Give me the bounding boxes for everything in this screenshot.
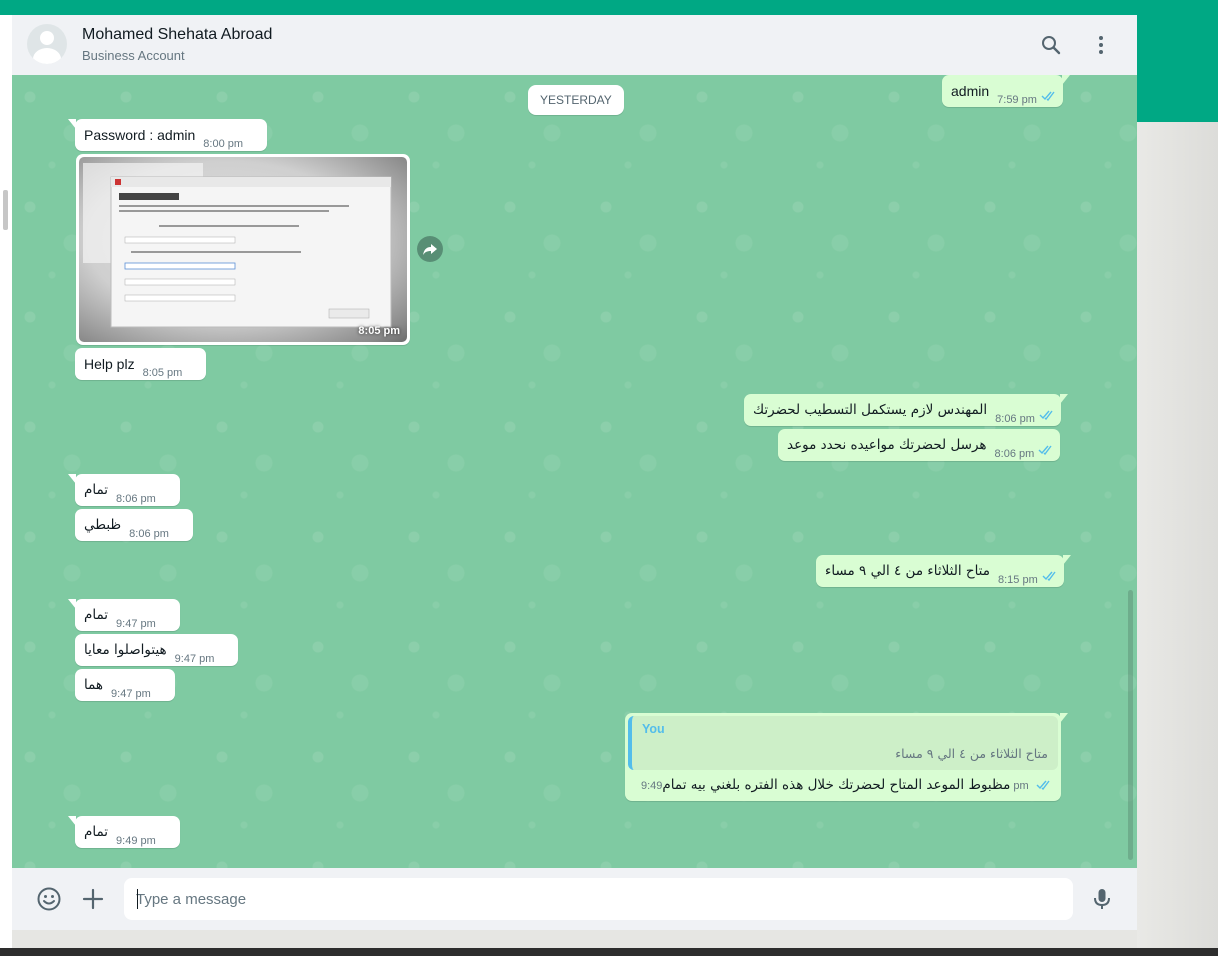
message-time: 8:06 pm (116, 493, 156, 505)
message-text: ظبطي (84, 517, 122, 533)
message-text: هما (84, 677, 104, 693)
message-text: متاح الثلاثاء من ٤ الي ٩ مساء (825, 563, 990, 579)
message-text: Help plz (84, 356, 135, 372)
message-incoming[interactable]: هيتواصلوا معايا 9:47 pm (75, 634, 239, 666)
message-text: Password : admin (84, 127, 196, 143)
forward-icon[interactable] (417, 236, 443, 262)
text-caret (137, 889, 138, 909)
message-time: 8:05 pm (358, 325, 400, 337)
mic-icon[interactable] (1089, 886, 1115, 912)
search-icon[interactable] (1039, 33, 1063, 57)
message-text: المهندس لازم يستكمل التسطيب لحضرتك (753, 402, 988, 418)
message-text: تمام (84, 607, 109, 623)
message-incoming[interactable]: تمام 9:49 pm (68, 816, 180, 848)
message-text: هرسل لحضرتك مواعيده نحدد موعد (787, 437, 987, 453)
read-ticks-icon (1039, 410, 1053, 420)
message-time: 9:49 pm (116, 835, 156, 847)
plus-icon[interactable] (80, 886, 106, 912)
message-outgoing[interactable]: المهندس لازم يستكمل التسطيب لحضرتك 8:06 p… (744, 394, 1068, 426)
contact-name[interactable]: Mohamed Shehata Abroad (82, 26, 272, 44)
background-panel (1137, 122, 1218, 948)
composer-bar (12, 868, 1137, 930)
menu-icon[interactable] (1089, 33, 1113, 57)
read-ticks-icon (1042, 571, 1056, 581)
message-incoming[interactable]: تمام 9:47 pm (68, 599, 180, 631)
message-time: 9:47 pm (116, 618, 156, 630)
image-message[interactable]: 8:05 pm (76, 154, 410, 345)
message-outgoing[interactable]: هرسل لحضرتك مواعيده نحدد موعد 8:06 pm (778, 429, 1061, 461)
chat-header[interactable]: Mohamed Shehata Abroad Business Account (12, 15, 1137, 75)
chat-scrollbar[interactable] (1128, 590, 1133, 860)
left-scrollbar[interactable] (3, 190, 8, 230)
read-ticks-icon (1036, 780, 1050, 790)
date-divider: YESTERDAY (528, 85, 624, 115)
message-time: 8:06 pm (994, 448, 1035, 460)
message-text: admin (951, 83, 990, 99)
message-text: تمام (84, 482, 109, 498)
message-time: 9:47 pm (174, 653, 215, 665)
message-outgoing[interactable]: متاح الثلاثاء من ٤ الي ٩ مساء 8:15 pm (816, 555, 1071, 587)
taskbar-strip (0, 948, 1218, 956)
emoji-icon[interactable] (36, 886, 62, 912)
message-incoming[interactable]: ظبطي 8:06 pm (75, 509, 193, 541)
message-time: 8:05 pm (142, 367, 183, 379)
message-text: تمام (84, 824, 109, 840)
message-time: 8:00 pm (203, 138, 244, 150)
message-input[interactable] (124, 878, 1073, 920)
message-time: 9:47 pm (111, 688, 151, 700)
chat-window: Mohamed Shehata Abroad Business Account … (12, 15, 1137, 930)
quoted-message[interactable]: You متاح الثلاثاء من ٤ الي ٩ مساء (628, 716, 1058, 770)
read-ticks-icon (1038, 445, 1052, 455)
quoted-author: You (642, 722, 665, 736)
message-incoming[interactable]: هما 9:47 pm (75, 669, 175, 701)
message-time: 7:59 pm (997, 94, 1037, 106)
message-list[interactable]: YESTERDAY admin 7:59 pm Password : admin 8… (12, 75, 1137, 868)
message-time: 8:06 pm (129, 528, 169, 540)
quoted-text: متاح الثلاثاء من ٤ الي ٩ مساء (895, 746, 1048, 761)
reply-message[interactable]: You متاح الثلاثاء من ٤ الي ٩ مساء مظبوط … (625, 713, 1068, 801)
image-content (83, 163, 392, 328)
message-time: 8:06 pm (995, 413, 1035, 425)
message-text: هيتواصلوا معايا (84, 642, 167, 658)
read-ticks-icon (1041, 91, 1055, 101)
message-incoming[interactable]: Password : admin 8:00 pm (68, 119, 268, 151)
message-incoming[interactable]: Help plz 8:05 pm (75, 348, 207, 380)
message-text: مظبوط الموعد المتاح لحضرتك خلال هذه الفت… (662, 777, 1011, 793)
avatar[interactable] (27, 24, 67, 64)
message-incoming[interactable]: تمام 8:06 pm (68, 474, 180, 506)
message-outgoing[interactable]: admin 7:59 pm (942, 75, 1070, 107)
contact-subtitle: Business Account (82, 48, 185, 63)
image-thumbnail[interactable]: 8:05 pm (79, 157, 407, 342)
message-time: 8:15 pm (998, 574, 1038, 586)
left-edge-strip (0, 15, 12, 948)
